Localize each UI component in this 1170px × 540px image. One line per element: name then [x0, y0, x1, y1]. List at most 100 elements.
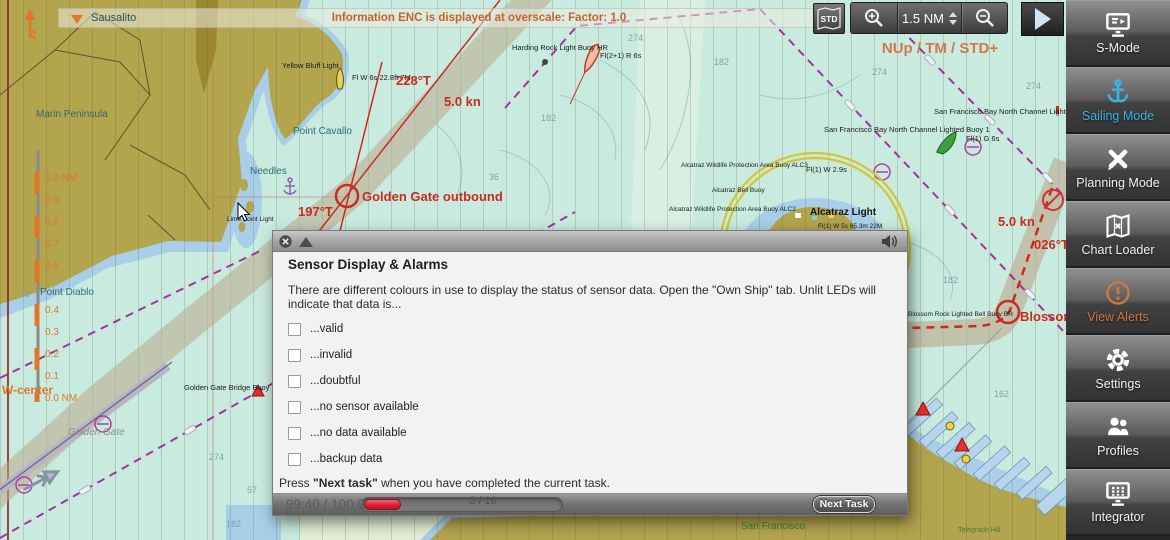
mode-sidebar: S-Mode Sailing Mode Plannin — [1066, 0, 1170, 540]
option-row: ...no data available — [288, 425, 407, 441]
task-progress-fill — [364, 499, 401, 510]
svg-text:Lime Point Light: Lime Point Light — [227, 216, 274, 223]
checkbox-no-sensor[interactable] — [288, 401, 301, 414]
svg-text:Point Cavallo: Point Cavallo — [293, 126, 352, 137]
sidebar-item-label: Chart Loader — [1082, 243, 1155, 257]
dialog-footer: 99:40 / 100:00 3 / 16 Next Task — [273, 493, 907, 515]
ecdis-application: 1.0 NM 0.9 0.8 0.7 0.6 0.4 0.3 0.2 0.1 0… — [0, 0, 1170, 540]
svg-text:Marin Peninsula: Marin Peninsula — [36, 109, 108, 120]
task-counter: 3 / 16 — [423, 494, 543, 509]
svg-text:182: 182 — [943, 275, 958, 285]
svg-text:5.0 kn: 5.0 kn — [998, 214, 1035, 229]
gear-icon — [1104, 346, 1132, 374]
svg-text:San Francisco: San Francisco — [741, 521, 805, 532]
scale-tick: 0.7 — [45, 239, 59, 250]
svg-text:San Francisco Bay North Channe: San Francisco Bay North Channel Lighted … — [934, 107, 1066, 116]
svg-text:Needles: Needles — [250, 166, 287, 177]
sidebar-item-label: Planning Mode — [1076, 176, 1159, 190]
zoom-out-button[interactable] — [962, 3, 1007, 33]
option-row: ...invalid — [288, 347, 352, 363]
close-icon[interactable] — [279, 235, 292, 248]
dialog-titlebar[interactable] — [273, 231, 907, 252]
svg-text:Alcatraz Wildlife Protection A: Alcatraz Wildlife Protection Area Buoy A… — [669, 206, 796, 213]
spinner-up-icon — [949, 12, 957, 17]
zoom-controls: 1.5 NM — [850, 2, 1008, 34]
collapse-icon[interactable] — [299, 237, 313, 247]
svg-text:162: 162 — [994, 389, 1009, 399]
monitor-arrow-icon — [1103, 12, 1133, 38]
svg-text:026°T: 026°T — [1034, 237, 1066, 252]
checkbox-backup[interactable] — [288, 453, 301, 466]
option-row: ...no sensor available — [288, 399, 419, 415]
svg-text:Point Diablo: Point Diablo — [40, 287, 94, 298]
map-wrench-icon — [1104, 212, 1132, 240]
sidebar-item-planning-mode[interactable]: Planning Mode — [1066, 134, 1170, 201]
range-spinner[interactable] — [949, 12, 957, 25]
zoom-in-button[interactable] — [851, 3, 897, 33]
expand-toolbar-button[interactable] — [1021, 2, 1064, 36]
svg-text:182: 182 — [541, 113, 556, 123]
svg-text:Telegraph Hill: Telegraph Hill — [958, 527, 1001, 534]
overscale-warning: Information ENC is displayed at overscal… — [309, 12, 649, 24]
option-label: ...valid — [310, 323, 343, 335]
svg-text:197°T: 197°T — [298, 204, 333, 219]
sidebar-item-label: Settings — [1095, 377, 1140, 391]
checkbox-invalid[interactable] — [288, 349, 301, 362]
sidebar-item-chart-loader[interactable]: Chart Loader — [1066, 201, 1170, 268]
zoom-out-icon — [974, 7, 996, 29]
option-label: ...doubtful — [310, 375, 361, 387]
sidebar-item-view-alerts[interactable]: View Alerts — [1066, 268, 1170, 335]
sidebar-item-sailing-mode[interactable]: Sailing Mode — [1066, 67, 1170, 134]
option-label: ...no sensor available — [310, 401, 419, 413]
option-label: ...invalid — [310, 349, 352, 361]
option-row: ...backup data — [288, 451, 382, 467]
range-scale-selector[interactable]: 1.5 NM — [898, 3, 962, 33]
option-label: ...no data available — [310, 427, 407, 439]
svg-text:Blossom Rock: Blossom Rock — [1020, 309, 1066, 324]
option-row: ...doubtful — [288, 373, 361, 389]
scale-tick: 1.0 NM — [45, 173, 77, 184]
svg-text:182: 182 — [714, 57, 729, 67]
svg-text:Yellow Bluff Light: Yellow Bluff Light — [282, 61, 340, 70]
svg-text:274: 274 — [1026, 81, 1041, 91]
svg-text:274: 274 — [872, 67, 887, 77]
svg-text:Fl(1) G 6s: Fl(1) G 6s — [966, 134, 1000, 143]
monitor-grid-icon — [1103, 481, 1133, 507]
next-task-button[interactable]: Next Task — [813, 496, 875, 513]
svg-text:57: 57 — [247, 485, 257, 495]
scale-tick: 0.9 — [45, 195, 59, 206]
place-label: Sausalito — [91, 12, 136, 24]
svg-text:Harding Rock Light Buoy HR: Harding Rock Light Buoy HR — [512, 43, 608, 52]
speaker-icon[interactable] — [881, 234, 899, 249]
place-marker-icon — [71, 15, 83, 24]
checkbox-valid[interactable] — [288, 323, 301, 336]
svg-text:San Francisco Bay North Channe: San Francisco Bay North Channel Lighted … — [824, 125, 990, 134]
checkbox-doubtful[interactable] — [288, 375, 301, 388]
svg-text:228°T: 228°T — [396, 73, 431, 88]
scale-tick: 0.8 — [45, 217, 59, 228]
scale-tick: 0.3 — [45, 327, 59, 338]
users-icon — [1104, 413, 1132, 441]
sidebar-item-s-mode[interactable]: S-Mode — [1066, 0, 1170, 67]
svg-text:Blossom Rock Lighted Bell Buoy: Blossom Rock Lighted Bell Buoy BR — [908, 311, 1013, 318]
scale-tick: 0.6 — [45, 261, 59, 272]
range-scale-value: 1.5 NM — [902, 11, 944, 26]
svg-text:Fl(1) W 5s 65.3m 22M: Fl(1) W 5s 65.3m 22M — [818, 223, 882, 230]
sidebar-item-settings[interactable]: Settings — [1066, 335, 1170, 402]
scale-tick: 0.2 — [45, 349, 59, 360]
alert-icon — [1104, 279, 1132, 307]
scale-tick: 0.4 — [45, 305, 59, 316]
sidebar-item-integrator[interactable]: Integrator — [1066, 469, 1170, 536]
std-display-button[interactable]: STD — [813, 3, 845, 34]
press-instruction: Press "Next task" when you have complete… — [279, 476, 610, 490]
std-label: STD — [821, 14, 838, 24]
orientation-mode-label[interactable]: NUp / TM / STD+ — [862, 40, 1018, 57]
sidebar-item-profiles[interactable]: Profiles — [1066, 402, 1170, 469]
dialog-title: Sensor Display & Alarms — [288, 257, 448, 272]
sidebar-item-label: Integrator — [1091, 510, 1145, 524]
checkbox-no-data[interactable] — [288, 427, 301, 440]
svg-text:182: 182 — [226, 519, 241, 529]
svg-text:5.0 kn: 5.0 kn — [444, 94, 481, 109]
svg-text:Alcatraz Light: Alcatraz Light — [810, 207, 877, 218]
dialog-instructions: There are different colours in use to di… — [288, 283, 888, 311]
